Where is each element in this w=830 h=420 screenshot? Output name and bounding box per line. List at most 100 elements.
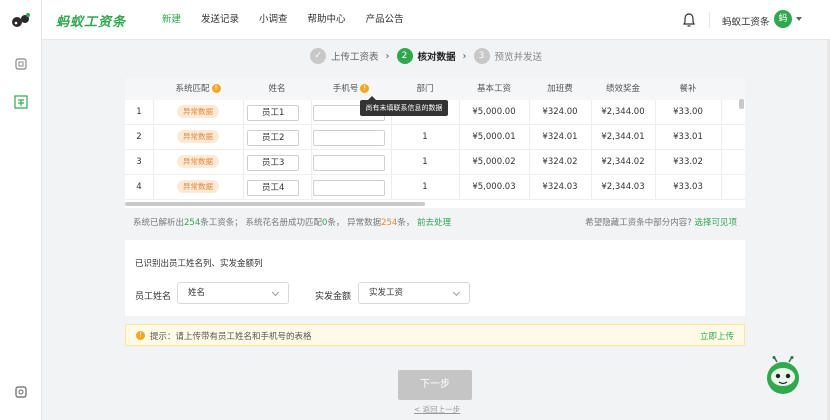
next-step-button[interactable]: 下一步 <box>398 370 472 400</box>
bell-icon[interactable] <box>682 12 696 28</box>
step-label: 上传工资表 <box>331 52 379 63</box>
col-match-label: 系统匹配 <box>175 84 210 94</box>
menu-item-help-center[interactable]: 帮助中心 <box>298 0 356 40</box>
chevron-right-icon: › <box>385 50 390 62</box>
col-phone: 手机号! <box>311 78 391 100</box>
header-divider <box>709 12 710 28</box>
step-label: 核对数据 <box>417 52 456 63</box>
chevron-right-icon: › <box>462 50 467 62</box>
step-number: 3 <box>473 48 490 64</box>
phone-input[interactable] <box>313 155 385 171</box>
table-row[interactable]: 2 异常数据 员工2 1 ¥5,000.01 ¥324.01 ¥2,344.01… <box>125 125 745 150</box>
info-icon[interactable]: ! <box>211 84 221 93</box>
abnormal-count: 254 <box>381 218 398 228</box>
col-name: 姓名 <box>268 84 286 94</box>
horizontal-scrollbar[interactable] <box>125 202 425 206</box>
name-input[interactable]: 员工1 <box>247 105 299 121</box>
parse-summary: 系统已解析出254条工资条； 系统花名册成功匹配0条， 异常数据254条， 前去… <box>125 212 745 232</box>
settings-icon[interactable] <box>13 384 29 400</box>
visibility-hint: 希望隐藏工资条中部分内容? 选择可见项 <box>585 216 737 228</box>
name-input[interactable]: 员工3 <box>247 155 299 171</box>
vertical-scrollbar[interactable] <box>739 99 744 109</box>
chevron-down-icon[interactable] <box>796 17 802 21</box>
step-preview-send: 3 预览并发送 <box>473 48 543 64</box>
parsed-count: 254 <box>184 218 201 228</box>
match-cell: 异常数据 <box>153 100 243 125</box>
base-salary-cell: ¥5,000.00 <box>472 107 516 117</box>
status-badge[interactable]: 异常数据 <box>177 180 219 193</box>
chevron-down-icon <box>452 288 461 297</box>
left-rail <box>0 0 42 420</box>
name-input[interactable]: 员工2 <box>247 130 299 146</box>
bonus-cell: ¥2,344.02 <box>601 157 645 167</box>
phone-input[interactable] <box>313 180 385 196</box>
col-phone-label: 手机号 <box>332 84 359 94</box>
menu-item-new[interactable]: 新建 <box>152 0 191 40</box>
upload-now-link[interactable]: 立即上传 <box>700 330 734 342</box>
avatar[interactable]: 蚂 <box>774 10 792 28</box>
menu-item-survey[interactable]: 小调查 <box>249 0 298 40</box>
check-icon: ✓ <box>310 48 326 64</box>
mapping-title: 已识别出员工姓名列、实发金额列 <box>135 259 263 269</box>
summary-part: 条， <box>397 218 415 228</box>
match-cell: 异常数据 <box>153 175 243 200</box>
summary-part: 条工资条； 系统花名册成功匹配 <box>200 218 322 228</box>
tip-bar: ! 提示：请上传带有员工姓名和手机号的表格 立即上传 <box>125 324 745 346</box>
bonus-cell: ¥2,344.03 <box>601 182 645 192</box>
document-icon[interactable] <box>13 56 29 72</box>
summary-text: 系统已解析出254条工资条； 系统花名册成功匹配0条， 异常数据254条， 前去… <box>133 216 451 228</box>
ant-mascot-icon[interactable] <box>765 356 801 396</box>
tip-text: 提示：请上传带有员工姓名和手机号的表格 <box>150 332 312 342</box>
back-link[interactable]: < 返回上一步 <box>414 404 460 415</box>
row-index: 2 <box>136 132 142 142</box>
col-base-salary: 基本工资 <box>476 84 511 94</box>
bonus-cell: ¥2,344.00 <box>601 107 645 117</box>
status-badge[interactable]: 异常数据 <box>177 105 219 118</box>
menu-item-send-records[interactable]: 发送记录 <box>191 0 249 40</box>
step-number: 2 <box>396 48 413 64</box>
user-name[interactable]: 蚂蚁工资条 <box>722 14 770 28</box>
col-index <box>125 78 153 100</box>
choose-visible-link[interactable]: 选择可见项 <box>694 218 737 228</box>
salary-table: 系统匹配! 姓名 手机号! 部门 基本工资 加班费 绩效奖金 餐补 1 异常数据… <box>125 78 745 208</box>
row-index: 4 <box>136 182 142 192</box>
go-fix-link[interactable]: 前去处理 <box>417 218 451 228</box>
select-value: 姓名 <box>188 288 206 298</box>
column-mapping-card: 已识别出员工姓名列、实发金额列 员工姓名 姓名 实发金额 实发工资 <box>125 240 745 316</box>
step-verify: 2 核对数据 <box>396 48 456 64</box>
summary-part: 系统已解析出 <box>133 218 185 228</box>
base-salary-cell: ¥5,000.03 <box>472 182 516 192</box>
meal-cell: ¥33.03 <box>673 182 703 192</box>
base-salary-cell: ¥5,000.01 <box>472 132 516 142</box>
status-badge[interactable]: 异常数据 <box>177 130 219 143</box>
overtime-cell: ¥324.01 <box>542 132 578 142</box>
employee-name-select[interactable]: 姓名 <box>177 282 289 304</box>
table-row[interactable]: 3 异常数据 员工3 1 ¥5,000.02 ¥324.02 ¥2,344.02… <box>125 150 745 175</box>
brand-logo[interactable]: 蚂蚁工资条 <box>56 11 126 30</box>
employee-name-label: 员工姓名 <box>135 292 172 302</box>
col-dept: 部门 <box>416 84 434 94</box>
select-value: 实发工资 <box>369 288 404 298</box>
match-cell: 异常数据 <box>153 150 243 175</box>
warning-icon: ! <box>136 331 145 340</box>
match-cell: 异常数据 <box>153 125 243 150</box>
table-row[interactable]: 4 异常数据 员工4 1 ¥5,000.03 ¥324.03 ¥2,344.03… <box>125 175 745 200</box>
col-match: 系统匹配! <box>153 78 243 100</box>
chevron-down-icon <box>271 288 280 297</box>
summary-part: 条， 异常数据 <box>327 218 382 228</box>
col-bonus: 绩效奖金 <box>605 84 640 94</box>
dept-cell: 1 <box>422 132 428 142</box>
payslip-icon[interactable] <box>13 94 29 110</box>
ant-logo-icon[interactable] <box>10 12 32 30</box>
status-badge[interactable]: 异常数据 <box>177 155 219 168</box>
name-input[interactable]: 员工4 <box>247 180 299 196</box>
col-overtime: 加班费 <box>547 84 573 94</box>
menu-item-announcements[interactable]: 产品公告 <box>356 0 414 40</box>
meal-cell: ¥33.01 <box>673 132 703 142</box>
amount-select[interactable]: 实发工资 <box>358 282 470 304</box>
overtime-cell: ¥324.00 <box>542 107 578 117</box>
step-label: 预览并发送 <box>494 52 543 63</box>
info-icon[interactable]: ! <box>360 84 370 93</box>
phone-input[interactable] <box>313 130 385 146</box>
amount-label: 实发金额 <box>315 292 352 302</box>
